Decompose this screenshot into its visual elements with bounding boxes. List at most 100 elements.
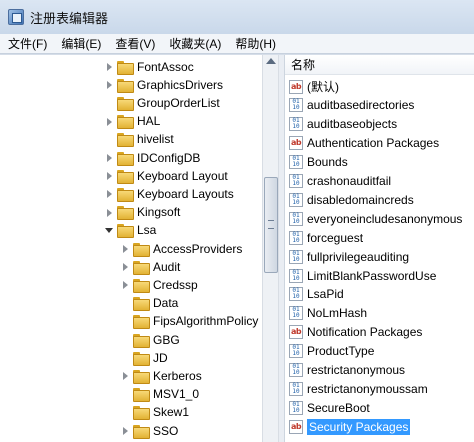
tree-node[interactable]: HAL [105,112,160,131]
string-value-icon: ab [289,79,303,94]
expand-arrow-icon[interactable] [105,208,114,217]
value-row[interactable]: 01 10 restrictanonymoussam [289,379,428,398]
value-row[interactable]: ab Authentication Packages [289,134,439,153]
value-name: restrictanonymoussam [307,381,428,396]
tree-node[interactable]: FipsAlgorithmPolicy [121,312,258,331]
no-arrow [105,135,114,144]
binary-value-icon: 01 10 [289,192,303,207]
value-name: crashonauditfail [307,174,392,188]
value-name: auditbaseobjects [307,117,398,132]
expand-arrow-icon[interactable] [105,117,114,126]
value-row[interactable]: 01 10 disabledomaincreds [289,190,414,209]
tree-node[interactable]: MSV1_0 [121,385,199,404]
value-row[interactable]: 01 10 auditbasedirectories [289,96,414,115]
value-row[interactable]: 01 10 crashonauditfail [289,172,391,191]
tree-node[interactable]: Credssp [121,275,198,294]
binary-value-icon: 01 10 [289,249,303,264]
tree-node[interactable]: Kingsoft [105,203,180,222]
binary-value-icon: 01 10 [289,344,303,359]
binary-value-icon: 01 10 [289,98,303,113]
value-row[interactable]: 01 10 NoLmHash [289,304,367,323]
tree-node[interactable]: Audit [121,257,180,276]
string-value-icon: ab [289,325,303,340]
tree-node[interactable]: Keyboard Layouts [105,184,234,203]
value-name: Bounds [307,155,348,170]
menu-favorites[interactable]: 收藏夹(A) [169,35,221,52]
tree-node-label: GroupOrderList [137,95,220,110]
tree-node[interactable]: GBG [121,330,180,349]
tree-node-label: JD [153,350,168,365]
registry-tree-pane[interactable]: FontAssoc GraphicsDrivers GroupOrderList HA… [0,55,262,442]
expand-arrow-icon[interactable] [105,153,114,162]
expand-arrow-icon[interactable] [121,371,130,381]
tree-node[interactable]: JD [121,348,168,367]
scroll-up-icon[interactable] [266,58,276,64]
tree-node[interactable]: Data [121,294,178,313]
menu-edit[interactable]: 编辑(E) [61,35,101,52]
tree-node-label: MSV1_0 [153,387,200,402]
tree-node-label: Skew1 [153,405,190,420]
value-name: NoLmHash [307,306,368,321]
main-content: FontAssoc GraphicsDrivers GroupOrderList HA… [0,54,474,442]
value-row[interactable]: 01 10 everyoneincludesanonymous [289,209,462,228]
column-header-name[interactable]: 名称 [285,55,474,75]
no-arrow [121,353,130,362]
expand-arrow-icon[interactable] [105,189,114,199]
tree-node[interactable]: FontAssoc [105,57,194,76]
tree-node[interactable]: hivelist [105,130,174,149]
window-title: 注册表编辑器 [30,10,109,26]
menu-file[interactable]: 文件(F) [8,35,47,52]
menu-bar: 文件(F) 编辑(E) 查看(V) 收藏夹(A) 帮助(H) [0,34,474,54]
folder-icon [133,260,150,275]
value-name: forceguest [307,230,364,245]
tree-node[interactable]: Skew1 [121,403,189,422]
tree-node[interactable]: IDConfigDB [105,148,200,167]
value-row[interactable]: 01 10 Bounds [289,153,348,172]
menu-view[interactable]: 查看(V) [115,35,155,52]
expand-arrow-icon[interactable] [121,244,130,253]
title-bar: 注册表编辑器 [0,0,474,34]
folder-icon [133,388,150,403]
expand-arrow-icon[interactable] [105,80,114,90]
value-row[interactable]: ab Security Packages [289,417,411,436]
expand-arrow-icon[interactable] [121,262,130,272]
value-row[interactable]: 01 10 LsaPid [289,285,344,304]
value-row[interactable]: ab (默认) [289,77,339,96]
tree-node[interactable]: Lsa [105,221,156,240]
menu-help[interactable]: 帮助(H) [235,35,276,52]
tree-node-label: Kerberos [153,368,202,383]
values-pane[interactable]: 名称 ab (默认) 01 10 auditbasedirectories 01 10 aud… [285,55,474,442]
tree-node[interactable]: AccessProviders [121,239,242,258]
value-name: everyoneincludesanonymous [307,211,463,226]
tree-node[interactable]: Kerberos [121,366,202,385]
tree-node[interactable]: Keyboard Layout [105,166,228,185]
column-header-label: 名称 [291,58,316,72]
expand-arrow-icon[interactable] [121,426,130,435]
value-row[interactable]: 01 10 ProductType [289,342,374,361]
tree-vertical-scrollbar[interactable] [262,55,279,442]
value-row[interactable]: 01 10 restrictanonymous [289,361,405,380]
tree-node-label: hivelist [137,132,174,147]
folder-icon [117,133,134,148]
value-row[interactable]: 01 10 forceguest [289,228,363,247]
expanded-arrow-icon[interactable] [105,226,114,235]
value-row[interactable]: ab Notification Packages [289,323,422,342]
tree-node[interactable]: GroupOrderList [105,93,220,112]
value-row[interactable]: 01 10 fullprivilegeauditing [289,247,409,266]
expand-arrow-icon[interactable] [105,62,114,71]
tree-node-label: GraphicsDrivers [137,77,224,92]
folder-icon [133,351,150,366]
no-arrow [121,408,130,417]
scrollbar-thumb[interactable] [264,177,278,273]
tree-node[interactable]: GraphicsDrivers [105,75,223,94]
value-row[interactable]: 01 10 SecureBoot [289,398,370,417]
tree-node-label: HAL [137,114,161,129]
expand-arrow-icon[interactable] [121,280,130,290]
value-row[interactable]: 01 10 auditbaseobjects [289,115,397,134]
binary-value-icon: 01 10 [289,381,303,396]
value-name: restrictanonymous [307,363,406,377]
expand-arrow-icon[interactable] [105,171,114,181]
value-row[interactable]: 01 10 LimitBlankPasswordUse [289,266,436,285]
value-name: SecureBoot [307,400,370,415]
tree-node[interactable]: SSO [121,421,178,440]
